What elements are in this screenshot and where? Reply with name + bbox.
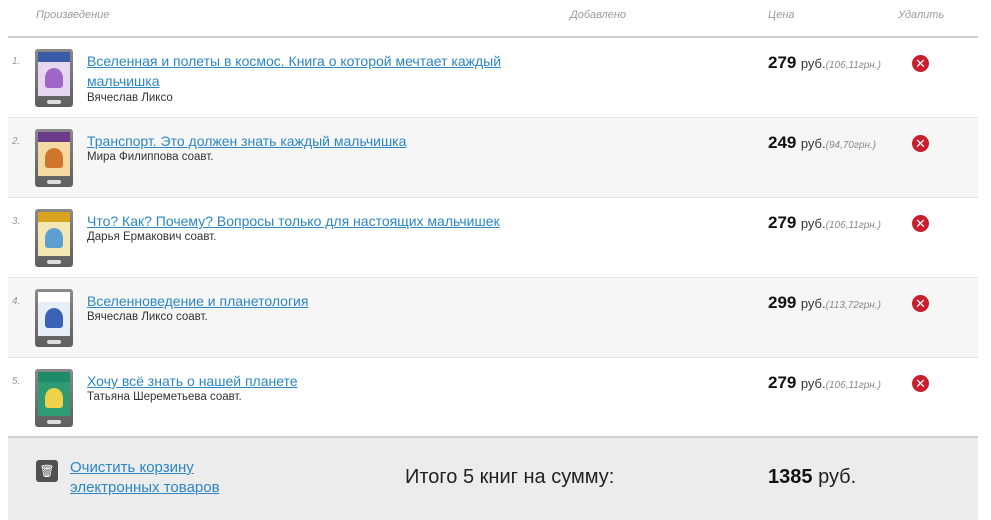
author-name: Вячеслав Ликсо	[87, 311, 173, 323]
price-value: 279	[768, 53, 797, 72]
cart-footer: 🗑 Очистить корзину электронных товаров И…	[8, 436, 978, 520]
price-value: 279	[768, 213, 797, 232]
delete-icon[interactable]: ✕	[912, 135, 929, 152]
author-name: Татьяна Шереметьева	[87, 391, 207, 403]
total-label: Итого 5 книг на сумму:	[405, 466, 615, 488]
row-number: 1.	[12, 56, 21, 67]
book-author: Татьяна Шереметьева соавт.	[87, 391, 242, 403]
author-name: Дарья Ермакович	[87, 231, 182, 243]
book-author: Мира Филиппова соавт.	[87, 151, 213, 163]
clear-cart-link[interactable]: Очистить корзину электронных товаров	[70, 458, 240, 498]
delete-icon[interactable]: ✕	[912, 295, 929, 312]
total-value: 1385	[768, 466, 813, 488]
coauthor-mark: соавт.	[209, 391, 242, 403]
cart-table: 1. Вселенная и полеты в космос. Книга о к…	[8, 36, 978, 438]
book-cover-thumbnail[interactable]	[35, 209, 73, 267]
price-currency: руб.	[800, 136, 826, 151]
book-cover-thumbnail[interactable]	[35, 369, 73, 427]
book-author: Дарья Ермакович соавт.	[87, 231, 216, 243]
column-header-work: Произведение	[36, 9, 110, 21]
price-currency: руб.	[800, 296, 826, 311]
price-value: 279	[768, 373, 797, 392]
book-cover-thumbnail[interactable]	[35, 289, 73, 347]
book-price: 279 руб.(106,11грн.)	[768, 213, 881, 233]
book-author: Вячеслав Ликсо соавт.	[87, 311, 208, 323]
author-name: Вячеслав Ликсо	[87, 92, 173, 104]
row-number: 2.	[12, 136, 21, 147]
price-uah: (106,11грн.)	[825, 60, 881, 71]
price-uah: (106,11грн.)	[825, 380, 881, 391]
price-uah: (94,70грн.)	[825, 140, 877, 151]
book-cover-thumbnail[interactable]	[35, 129, 73, 187]
column-header-price: Цена	[768, 9, 795, 21]
book-price: 299 руб.(113,72грн.)	[768, 293, 881, 313]
book-cover-thumbnail[interactable]	[35, 49, 73, 107]
book-price: 279 руб.(106,11грн.)	[768, 53, 881, 73]
coauthor-mark: соавт.	[175, 311, 208, 323]
row-number: 5.	[12, 376, 21, 387]
coauthor-mark: соавт.	[184, 231, 217, 243]
coauthor-mark: соавт.	[181, 151, 214, 163]
book-title-link[interactable]: Транспорт. Это должен знать каждый мальч…	[87, 131, 527, 151]
price-currency: руб.	[800, 216, 826, 231]
cart-row: 4. Вселенноведение и планетология Вячеслав…	[8, 278, 978, 358]
cart-row: 1. Вселенная и полеты в космос. Книга о к…	[8, 38, 978, 118]
price-currency: руб.	[800, 376, 826, 391]
total-currency: руб.	[818, 466, 857, 488]
price-uah: (106,11грн.)	[825, 220, 881, 231]
price-value: 299	[768, 293, 797, 312]
cart-row: 5. Хочу всё знать о нашей планете Татьяна …	[8, 358, 978, 438]
cart-row: 2. Транспорт. Это должен знать каждый мал…	[8, 118, 978, 198]
book-author: Вячеслав Ликсо	[87, 92, 173, 104]
row-number: 4.	[12, 296, 21, 307]
book-title-link[interactable]: Вселенная и полеты в космос. Книга о кот…	[87, 51, 527, 91]
total-sum: 1385 руб.	[768, 466, 856, 489]
book-title-link[interactable]: Вселенноведение и планетология	[87, 291, 527, 311]
row-number: 3.	[12, 216, 21, 227]
book-price: 249 руб.(94,70грн.)	[768, 133, 876, 153]
price-currency: руб.	[800, 56, 826, 71]
book-title-link[interactable]: Хочу всё знать о нашей планете	[87, 371, 527, 391]
trash-icon[interactable]: 🗑	[36, 460, 58, 482]
column-header-delete: Удалить	[898, 9, 945, 21]
delete-icon[interactable]: ✕	[912, 55, 929, 72]
delete-icon[interactable]: ✕	[912, 215, 929, 232]
book-price: 279 руб.(106,11грн.)	[768, 373, 881, 393]
price-value: 249	[768, 133, 797, 152]
book-title-link[interactable]: Что? Как? Почему? Вопросы только для нас…	[87, 211, 527, 231]
author-name: Мира Филиппова	[87, 151, 179, 163]
cart-row: 3. Что? Как? Почему? Вопросы только для н…	[8, 198, 978, 278]
column-header-added: Добавлено	[570, 9, 627, 21]
delete-icon[interactable]: ✕	[912, 375, 929, 392]
price-uah: (113,72грн.)	[825, 300, 881, 311]
